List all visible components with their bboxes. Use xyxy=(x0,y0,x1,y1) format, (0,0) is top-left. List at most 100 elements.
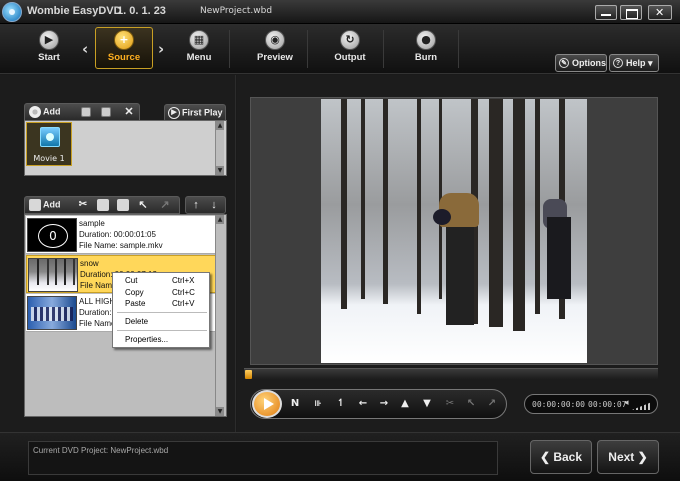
context-menu-delete[interactable]: Delete xyxy=(125,317,207,328)
copy-button[interactable] xyxy=(97,199,111,213)
chevron-down-icon: ▾ xyxy=(648,58,653,68)
title-bar: Wombie EasyDVD 1. 0. 1. 23 NewProject.wb… xyxy=(0,0,680,24)
step-forward-icon[interactable]: → xyxy=(377,397,391,411)
context-menu-copy[interactable]: Copy Ctrl+C xyxy=(125,288,207,299)
menu-panel-toolbar: Add ✕ xyxy=(24,103,140,121)
title-panel-toolbar: Add ✂ ↖ ↗ xyxy=(24,196,180,214)
tree-trunk xyxy=(383,99,388,304)
cut-button[interactable]: ✂ xyxy=(77,199,91,213)
context-menu-shortcut: Ctrl+X xyxy=(172,276,195,285)
options-label: Options xyxy=(572,58,606,68)
total-time: 00:00:07 xyxy=(588,400,627,409)
list-item[interactable]: sample Duration: 00:00:01:05 File Name: … xyxy=(26,216,216,254)
undo-icon[interactable]: ↖ xyxy=(464,397,478,411)
cut-clip-icon[interactable]: ✂ xyxy=(443,397,457,411)
title-list-scrollbar[interactable]: ▲ ▼ xyxy=(215,215,224,416)
tab-output-label: Output xyxy=(334,52,366,63)
context-menu-shortcut: Ctrl+C xyxy=(172,288,195,297)
title-duration: Duration: 00:00:01:05 xyxy=(79,230,156,239)
toolbar-divider xyxy=(307,30,308,68)
back-button[interactable]: ❮ Back xyxy=(530,440,592,474)
menu-item-label: Movie 1 xyxy=(33,154,65,163)
timeline-icon[interactable]: ⊪ xyxy=(311,397,325,411)
project-file-name: NewProject.wbd xyxy=(200,6,273,16)
video-preview-image xyxy=(321,99,587,363)
add-video-icon xyxy=(29,199,41,211)
move-down-button[interactable]: ↓ xyxy=(208,199,222,213)
next-button[interactable]: Next ❯ xyxy=(597,440,659,474)
volume-icon[interactable]: ◂ xyxy=(624,398,629,408)
options-button[interactable]: ✎ Options xyxy=(555,54,607,72)
title-thumbnail xyxy=(28,258,78,292)
scroll-up-icon[interactable]: ▲ xyxy=(216,215,224,224)
scroll-up-icon[interactable]: ▲ xyxy=(216,121,224,130)
wrench-icon: ✎ xyxy=(559,58,569,68)
title-name: snow xyxy=(80,259,99,268)
context-menu-cut[interactable]: Cut Ctrl+X xyxy=(125,276,207,287)
move-down-icon[interactable]: ▼ xyxy=(420,397,434,411)
tab-burn[interactable]: ● Burn xyxy=(397,28,455,70)
tree-trunk xyxy=(489,99,503,327)
redo-button[interactable]: ↗ xyxy=(159,199,173,213)
context-menu: Cut Ctrl+X Copy Ctrl+C Paste Ctrl+V Dele… xyxy=(112,272,210,348)
undo-button[interactable]: ↖ xyxy=(137,199,151,213)
context-menu-properties[interactable]: Properties... xyxy=(125,335,207,346)
play-button[interactable] xyxy=(252,390,282,418)
menu-item-movie-1[interactable]: Movie 1 xyxy=(26,122,72,166)
chevron-left-icon[interactable]: ‹ xyxy=(82,40,88,58)
chevron-right-icon[interactable]: › xyxy=(158,40,164,58)
redo-icon: ↗ xyxy=(160,199,170,211)
save-icon xyxy=(81,106,91,117)
close-button[interactable] xyxy=(648,5,672,20)
menu-list: Movie 1 xyxy=(24,120,227,176)
first-play-content: ▶ First Play xyxy=(168,107,223,121)
context-menu-label: Properties... xyxy=(125,335,169,344)
step-back-icon[interactable]: ← xyxy=(356,397,370,411)
paste-icon xyxy=(117,199,129,211)
seek-handle[interactable] xyxy=(245,370,252,379)
help-label: Help xyxy=(626,58,646,68)
tab-source-label: Source xyxy=(107,52,141,63)
tab-start-label: Start xyxy=(38,52,60,63)
tab-preview[interactable]: ◉ Preview xyxy=(246,28,304,70)
move-up-button[interactable]: ↑ xyxy=(190,199,204,213)
tree-trunk xyxy=(361,99,365,299)
grid-icon: ▦ xyxy=(189,30,209,50)
delete-menu-button[interactable]: ✕ xyxy=(123,106,137,120)
status-text: Current DVD Project: NewProject.wbd xyxy=(33,446,169,455)
play-icon: ▶ xyxy=(39,30,59,50)
title-name: sample xyxy=(79,219,105,228)
context-menu-label: Delete xyxy=(125,317,149,326)
play-circle-icon: ▶ xyxy=(168,107,180,119)
maximize-button[interactable] xyxy=(620,5,642,20)
redo-icon[interactable]: ↗ xyxy=(485,397,499,411)
help-button[interactable]: ? Help ▾ xyxy=(609,54,659,72)
context-menu-paste[interactable]: Paste Ctrl+V xyxy=(125,299,207,310)
move-up-icon[interactable]: ▲ xyxy=(398,397,412,411)
tab-start[interactable]: ▶ Start xyxy=(20,28,78,70)
seek-bar[interactable] xyxy=(244,368,658,380)
tree-trunk xyxy=(535,99,540,314)
first-play-label: First Play xyxy=(182,107,223,118)
undo-icon: ↖ xyxy=(138,199,148,211)
app-logo-icon xyxy=(2,2,22,22)
paste-button[interactable] xyxy=(117,199,131,213)
title-add-button[interactable]: Add xyxy=(29,199,61,213)
minimize-button[interactable] xyxy=(595,5,617,20)
menu-add-button[interactable]: Add xyxy=(29,106,61,120)
title-thumbnail xyxy=(27,296,77,330)
close-icon: ✕ xyxy=(124,106,134,118)
menu-list-scrollbar[interactable]: ▲ ▼ xyxy=(215,121,224,175)
arrow-down-icon: ↓ xyxy=(211,199,217,211)
scroll-down-icon[interactable]: ▼ xyxy=(216,166,224,175)
tab-source[interactable]: + Source xyxy=(95,27,153,69)
next-chapter-n-button[interactable]: N xyxy=(288,397,302,411)
mark-in-icon[interactable]: ↿ xyxy=(334,397,348,411)
scroll-down-icon[interactable]: ▼ xyxy=(216,407,224,416)
save-button[interactable] xyxy=(81,106,93,120)
export-icon: ↻ xyxy=(340,30,360,50)
tab-output[interactable]: ↻ Output xyxy=(321,28,379,70)
disc-icon: ● xyxy=(416,30,436,50)
save-as-button[interactable] xyxy=(101,106,113,120)
tab-menu[interactable]: ▦ Menu xyxy=(170,28,228,70)
